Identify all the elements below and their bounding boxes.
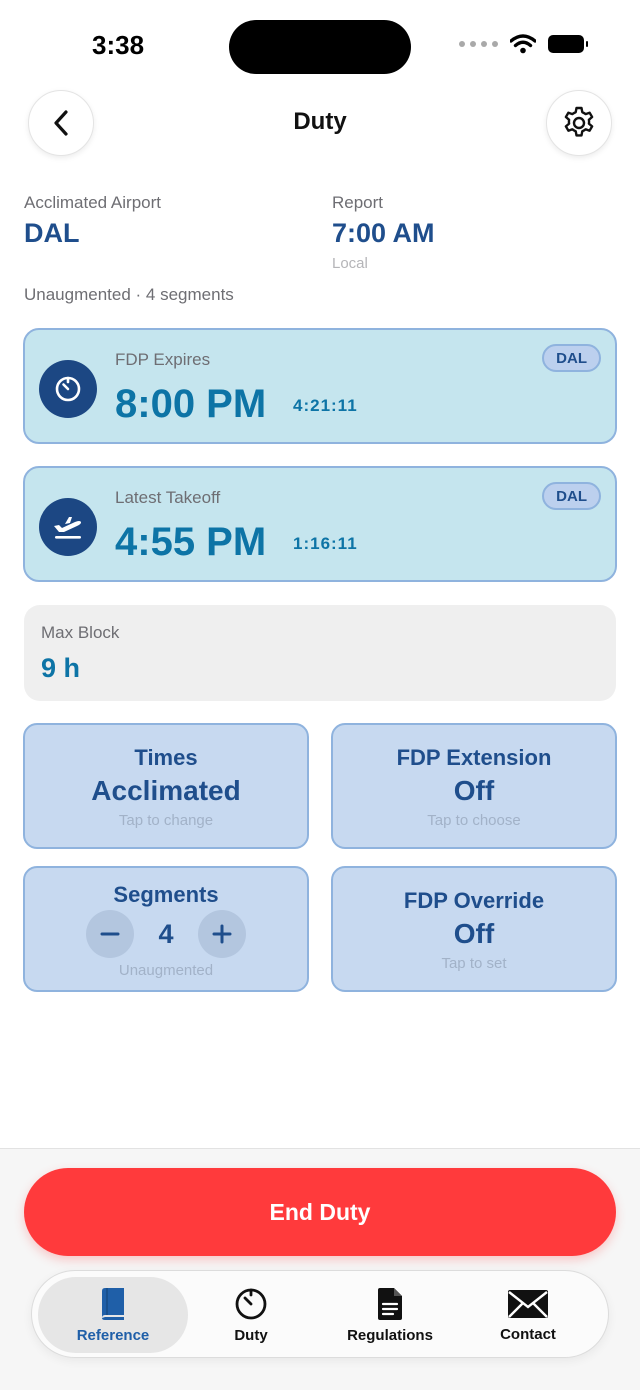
envelope-icon [508,1289,548,1318]
tab-duty[interactable]: Duty [176,1277,326,1353]
gear-icon [564,106,594,137]
airport-badge: DAL [542,482,601,510]
minus-icon [100,932,120,936]
timer-icon [235,1288,267,1319]
end-duty-button[interactable]: End Duty [24,1168,616,1256]
times-value: Acclimated [91,775,241,806]
airplane-takeoff-icon [39,498,97,556]
fdp-override-tile[interactable]: FDP Override Off Tap to set [331,866,617,992]
tab-regulations[interactable]: Regulations [315,1277,465,1353]
status-icons [459,34,588,54]
report-label: Report [332,193,384,212]
cellular-signal-icon [459,41,498,47]
latest-takeoff-label: Latest Takeoff [115,488,221,507]
document-icon [378,1287,402,1320]
tab-bar: Reference Duty Regulations Contact [31,1270,609,1358]
fdp-expires-card: FDP Expires 8:00 PM 4:21:11 DAL [23,328,617,444]
settings-button[interactable] [546,90,612,156]
duty-summary: Unaugmented · 4 segments [24,285,234,304]
increment-button[interactable] [198,910,246,958]
wifi-icon [510,34,536,54]
max-block-label: Max Block [41,623,120,642]
dynamic-island [229,20,411,74]
fdp-expires-time: 8:00 PM [115,382,267,426]
tab-reference-label: Reference [76,1326,150,1344]
latest-takeoff-countdown: 1:16:11 [293,534,358,553]
battery-icon [548,35,588,53]
tab-reference[interactable]: Reference [38,1277,188,1353]
report-timezone: Local [332,255,368,272]
fdp-extension-title: FDP Extension [396,745,552,770]
latest-takeoff-card: Latest Takeoff 4:55 PM 1:16:11 DAL [23,466,617,582]
times-title: Times [134,745,198,770]
timer-icon [39,360,97,418]
fdp-extension-hint: Tap to choose [427,812,521,829]
tab-duty-label: Duty [234,1326,268,1344]
fdp-extension-value: Off [453,775,495,806]
max-block-value: 9 h [41,653,81,683]
plus-icon [212,924,232,944]
segments-value: 4 [158,918,174,949]
acclimated-airport-value: DAL [24,218,80,248]
fdp-override-title: FDP Override [403,888,545,913]
segments-tile: Segments 4 Unaugmented [23,866,309,992]
airport-badge: DAL [542,344,601,372]
fdp-extension-tile[interactable]: FDP Extension Off Tap to choose [331,723,617,849]
report-value: 7:00 AM [332,218,435,248]
segments-title: Segments [113,882,219,907]
status-bar: 3:38 [0,0,640,90]
page-title: Duty [293,108,347,135]
segments-stepper: 4 [25,910,307,958]
times-tile[interactable]: Times Acclimated Tap to change [23,723,309,849]
segments-hint: Unaugmented [118,962,214,979]
latest-takeoff-time: 4:55 PM [115,520,267,564]
acclimated-airport-label: Acclimated Airport [24,193,161,212]
fdp-expires-label: FDP Expires [115,350,211,369]
times-hint: Tap to change [118,812,214,829]
tab-contact-label: Contact [500,1325,556,1343]
fdp-override-value: Off [453,918,495,949]
fdp-override-hint: Tap to set [441,955,507,972]
status-time: 3:38 [92,30,145,60]
tab-regulations-label: Regulations [347,1326,433,1344]
tab-contact[interactable]: Contact [453,1277,603,1353]
book-icon [102,1287,124,1320]
max-block-card: Max Block 9 h [24,605,616,701]
decrement-button[interactable] [86,910,134,958]
fdp-expires-countdown: 4:21:11 [293,396,358,415]
